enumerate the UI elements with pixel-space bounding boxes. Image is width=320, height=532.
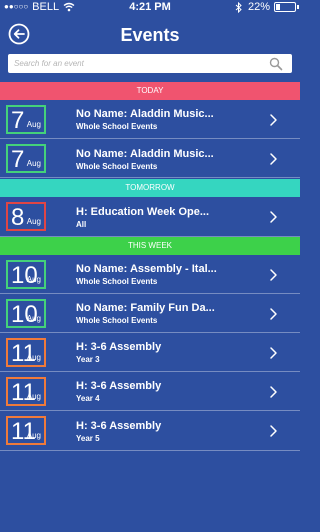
event-subtitle: Year 4 — [76, 394, 100, 403]
event-row[interactable]: 7 Aug No Name: Aladdin Music... Whole Sc… — [0, 139, 300, 178]
date-badge: 10 Aug — [6, 299, 46, 328]
date-month: Aug — [26, 217, 41, 226]
event-row[interactable]: 11 Aug H: 3-6 Assembly Year 3 — [0, 333, 300, 372]
status-bar: ●●○○○ BELL 4:21 PM 22% — [0, 0, 300, 14]
event-row[interactable]: 10 Aug No Name: Assembly - Ital... Whole… — [0, 255, 300, 294]
date-month: Aug — [26, 314, 41, 323]
event-row[interactable]: 10 Aug No Name: Family Fun Da... Whole S… — [0, 294, 300, 333]
date-day: 7 — [11, 146, 25, 173]
event-subtitle: Whole School Events — [76, 316, 158, 325]
date-month: Aug — [26, 431, 41, 440]
search-bar[interactable] — [8, 54, 292, 73]
search-input[interactable] — [14, 54, 264, 73]
date-month: Aug — [26, 159, 41, 168]
event-subtitle: Whole School Events — [76, 162, 158, 171]
chevron-right-icon — [270, 114, 277, 126]
bluetooth-icon — [235, 1, 242, 13]
chevron-right-icon — [270, 269, 277, 281]
date-month: Aug — [26, 120, 41, 129]
chevron-right-icon — [270, 425, 277, 437]
section-header-this-week: THIS WEEK — [0, 237, 300, 255]
event-row[interactable]: 8 Aug H: Education Week Ope... All — [0, 197, 300, 237]
battery-icon — [274, 2, 299, 12]
event-subtitle: All — [76, 220, 87, 229]
event-title: H: 3-6 Assembly — [76, 341, 162, 353]
status-right: 22% — [235, 0, 299, 14]
date-badge: 7 Aug — [6, 105, 46, 134]
date-month: Aug — [26, 353, 41, 362]
event-subtitle: Year 3 — [76, 355, 100, 364]
chevron-right-icon — [270, 347, 277, 359]
battery-level-fill — [276, 4, 280, 10]
event-title: H: 3-6 Assembly — [76, 380, 162, 392]
page-title: Events — [120, 25, 180, 45]
event-title: H: Education Week Ope... — [76, 206, 210, 218]
event-title: No Name: Aladdin Music... — [76, 148, 214, 160]
event-title: No Name: Aladdin Music... — [76, 108, 214, 120]
date-badge: 11 Aug — [6, 338, 46, 367]
event-subtitle: Whole School Events — [76, 122, 158, 131]
date-badge: 7 Aug — [6, 144, 46, 173]
battery-nub — [297, 5, 299, 9]
chevron-right-icon — [270, 211, 277, 223]
event-row[interactable]: 7 Aug No Name: Aladdin Music... Whole Sc… — [0, 100, 300, 139]
event-title: H: 3-6 Assembly — [76, 420, 162, 432]
date-badge: 8 Aug — [6, 202, 46, 231]
date-month: Aug — [26, 275, 41, 284]
chevron-right-icon — [270, 386, 277, 398]
event-title: No Name: Assembly - Ital... — [76, 263, 217, 275]
chevron-right-icon — [270, 308, 277, 320]
section-header-tomorrow: TOMORROW — [0, 179, 300, 197]
event-row[interactable]: 11 Aug H: 3-6 Assembly Year 5 — [0, 411, 300, 451]
event-title: No Name: Family Fun Da... — [76, 302, 215, 314]
event-row[interactable]: 11 Aug H: 3-6 Assembly Year 4 — [0, 372, 300, 411]
date-month: Aug — [26, 392, 41, 401]
battery-percent: 22% — [247, 1, 270, 13]
date-badge: 11 Aug — [6, 416, 46, 445]
date-badge: 10 Aug — [6, 260, 46, 289]
date-day: 7 — [11, 107, 25, 134]
section-header-today: TODAY — [0, 82, 300, 100]
date-day: 8 — [11, 204, 25, 231]
event-subtitle: Year 5 — [76, 434, 100, 443]
date-badge: 11 Aug — [6, 377, 46, 406]
chevron-right-icon — [270, 153, 277, 165]
header: Events — [0, 14, 300, 54]
search-icon[interactable] — [269, 57, 283, 71]
event-subtitle: Whole School Events — [76, 277, 158, 286]
